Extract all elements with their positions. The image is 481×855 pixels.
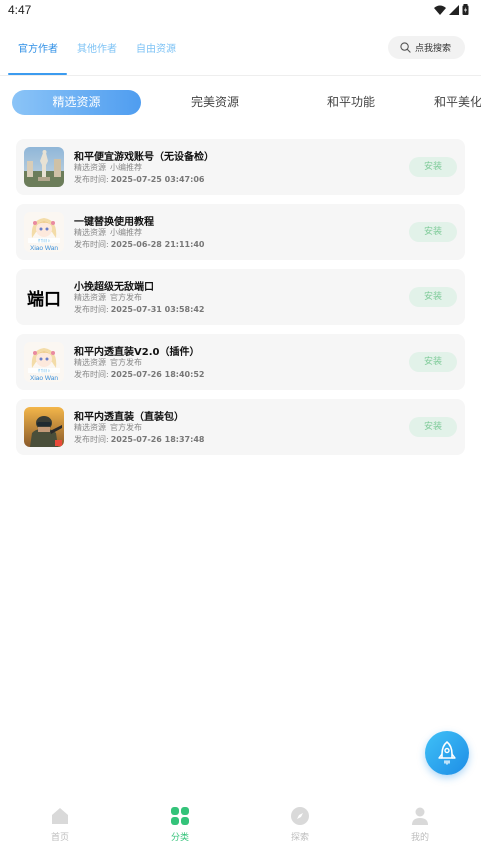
category-featured[interactable]: 精选资源 bbox=[12, 90, 141, 115]
list-item[interactable]: ᛗᛉᛞᚱᛟ Xiao Wan 和平内透直装V2.0（插件） 精选资源 官方发布 发… bbox=[16, 334, 465, 390]
status-icons bbox=[434, 4, 469, 15]
battery-icon bbox=[462, 4, 469, 15]
item-meta: 精选资源 官方发布 bbox=[74, 357, 142, 368]
item-tag: 精选资源 bbox=[74, 423, 106, 432]
nav-mine[interactable]: 我的 bbox=[390, 806, 450, 843]
anime-girl-thumbnail-icon: ᛗᛉᛞᚱᛟ Xiao Wan bbox=[24, 212, 64, 252]
search-icon bbox=[400, 42, 411, 53]
category-bar: 精选资源 完美资源 和平功能 和平美化 bbox=[0, 90, 481, 116]
item-date-value: 2025-07-26 18:40:52 bbox=[110, 370, 205, 379]
item-date: 发布时间: 2025-07-26 18:37:48 bbox=[74, 434, 204, 445]
resource-list: 和平便宜游戏账号（无设备检） 精选资源 小编推荐 发布时间: 2025-07-25 … bbox=[16, 139, 465, 464]
item-tag: 精选资源 bbox=[74, 358, 106, 367]
install-button[interactable]: 安装 bbox=[409, 417, 457, 437]
item-date: 发布时间: 2025-06-28 21:11:40 bbox=[74, 239, 204, 250]
item-meta: 精选资源 小编推荐 bbox=[74, 227, 142, 238]
signal-icon bbox=[449, 4, 459, 15]
top-tabs: 官方作者 其他作者 自由资源 点我搜索 bbox=[0, 28, 481, 76]
item-date-value: 2025-07-25 03:47:06 bbox=[110, 175, 205, 184]
tab-free-resources[interactable]: 自由资源 bbox=[136, 40, 176, 55]
compass-icon bbox=[291, 807, 309, 825]
thumb-caption: Xiao Wan bbox=[30, 375, 58, 382]
item-source: 官方发布 bbox=[110, 293, 142, 302]
item-meta: 精选资源 官方发布 bbox=[74, 422, 142, 433]
item-date: 发布时间: 2025-07-25 03:47:06 bbox=[74, 174, 204, 185]
item-date-label: 发布时间: bbox=[74, 435, 109, 444]
list-item[interactable]: 和平便宜游戏账号（无设备检） 精选资源 小编推荐 发布时间: 2025-07-25 … bbox=[16, 139, 465, 195]
item-title: 一键替换使用教程 bbox=[74, 217, 154, 228]
nav-explore[interactable]: 探索 bbox=[270, 806, 330, 843]
home-icon bbox=[52, 808, 68, 824]
wifi-icon bbox=[434, 5, 446, 15]
install-button[interactable]: 安装 bbox=[409, 287, 457, 307]
item-date-value: 2025-07-31 03:58:42 bbox=[110, 305, 205, 314]
list-item[interactable]: ᛗᛉᛞᚱᛟ Xiao Wan 一键替换使用教程 精选资源 小编推荐 发布时间: 20… bbox=[16, 204, 465, 260]
item-meta: 精选资源 官方发布 bbox=[74, 292, 142, 303]
search-button[interactable]: 点我搜索 bbox=[388, 36, 465, 59]
item-date-label: 发布时间: bbox=[74, 175, 109, 184]
tab-official-authors[interactable]: 官方作者 bbox=[18, 40, 58, 55]
anime-girl-thumbnail-icon: ᛗᛉᛞᚱᛟ Xiao Wan bbox=[24, 342, 64, 382]
nav-home-label: 首页 bbox=[50, 833, 69, 843]
item-tag: 精选资源 bbox=[74, 293, 106, 302]
nav-category-label: 分类 bbox=[170, 833, 189, 843]
status-time: 4:47 bbox=[8, 3, 32, 17]
svg-text:ᛗᛉᛞᚱᛟ: ᛗᛉᛞᚱᛟ bbox=[38, 238, 51, 243]
status-bar: 4:47 bbox=[0, 0, 481, 22]
item-source: 小编推荐 bbox=[110, 228, 142, 237]
nav-explore-label: 探索 bbox=[290, 833, 309, 843]
sculpture-thumbnail-icon bbox=[24, 147, 64, 187]
item-source: 小编推荐 bbox=[110, 163, 142, 172]
list-item[interactable]: 和平内透直装（直装包） 精选资源 官方发布 发布时间: 2025-07-26 18:… bbox=[16, 399, 465, 455]
item-title: 和平便宜游戏账号（无设备检） bbox=[74, 152, 214, 163]
search-label: 点我搜索 bbox=[415, 44, 452, 54]
category-peace-functions[interactable]: 和平功能 bbox=[327, 90, 375, 115]
item-title: 和平内透直装（直装包） bbox=[74, 412, 184, 423]
item-date-label: 发布时间: bbox=[74, 240, 109, 249]
item-date: 发布时间: 2025-07-31 03:58:42 bbox=[74, 304, 204, 315]
item-date-value: 2025-06-28 21:11:40 bbox=[110, 240, 205, 249]
item-date-label: 发布时间: bbox=[74, 370, 109, 379]
item-source: 官方发布 bbox=[110, 423, 142, 432]
item-meta: 精选资源 小编推荐 bbox=[74, 162, 142, 173]
svg-text:ᛗᛉᛞᚱᛟ: ᛗᛉᛞᚱᛟ bbox=[38, 368, 51, 373]
category-peace-beautify[interactable]: 和平美化 bbox=[434, 90, 481, 115]
install-button[interactable]: 安装 bbox=[409, 222, 457, 242]
item-title: 和平内透直装V2.0（插件） bbox=[74, 347, 200, 358]
item-source: 官方发布 bbox=[110, 358, 142, 367]
install-button[interactable]: 安装 bbox=[409, 157, 457, 177]
grid-icon bbox=[171, 807, 189, 825]
user-icon bbox=[412, 807, 428, 825]
bottom-nav: 首页 分类 探索 我的 bbox=[0, 800, 481, 855]
thumb-caption: 端口 bbox=[27, 289, 61, 310]
item-date: 发布时间: 2025-07-26 18:40:52 bbox=[74, 369, 204, 380]
thumb-caption: Xiao Wan bbox=[30, 245, 58, 252]
item-tag: 精选资源 bbox=[74, 163, 106, 172]
install-button[interactable]: 安装 bbox=[409, 352, 457, 372]
item-title: 小挽超级无敌端口 bbox=[74, 282, 154, 293]
category-perfect[interactable]: 完美资源 bbox=[191, 90, 239, 115]
rocket-fab-button[interactable] bbox=[425, 731, 469, 775]
rocket-icon bbox=[438, 741, 456, 765]
nav-home[interactable]: 首页 bbox=[30, 806, 90, 843]
list-item[interactable]: 端口 小挽超级无敌端口 精选资源 官方发布 发布时间: 2025-07-31 03:… bbox=[16, 269, 465, 325]
game-soldier-thumbnail-icon bbox=[24, 407, 64, 447]
item-date-label: 发布时间: bbox=[74, 305, 109, 314]
nav-category[interactable]: 分类 bbox=[150, 806, 210, 843]
nav-mine-label: 我的 bbox=[410, 833, 429, 843]
item-tag: 精选资源 bbox=[74, 228, 106, 237]
tab-other-authors[interactable]: 其他作者 bbox=[77, 40, 117, 55]
port-text-thumbnail: 端口 bbox=[24, 277, 64, 317]
active-tab-indicator bbox=[8, 73, 67, 75]
item-date-value: 2025-07-26 18:37:48 bbox=[110, 435, 205, 444]
